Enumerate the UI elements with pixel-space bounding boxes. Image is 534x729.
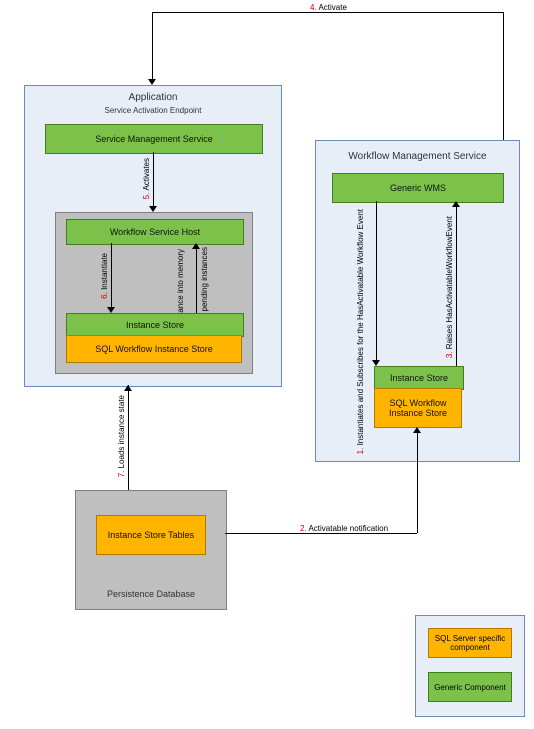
instance-store-tables-label: Instance Store Tables: [108, 530, 194, 540]
application-container: Application Service Activation Endpoint …: [24, 85, 282, 387]
app-instance-store-box: Instance Store: [66, 313, 244, 337]
wms-instance-store-box: Instance Store: [374, 366, 464, 390]
arrow-7-text: Loads instance state: [117, 395, 126, 468]
arrow-6-label: 6. Instantiate: [100, 253, 109, 299]
arrow-4-hline: [152, 12, 504, 13]
arrow-7-label: 7. Loads instance state: [117, 395, 126, 477]
application-title: Application: [25, 92, 281, 103]
arrow-5-line: [153, 152, 154, 206]
wms-sql-workflow-instance-store-box: SQL Workflow Instance Store: [374, 388, 462, 428]
arrow-2-label: 2. Activatable notification: [300, 524, 388, 533]
arrow-4-num: 4.: [310, 3, 317, 12]
wms-container: Workflow Management Service Generic WMS …: [315, 140, 520, 462]
instance-store-tables-box: Instance Store Tables: [96, 515, 206, 555]
arrow-3-line: [456, 207, 457, 366]
diagram-stage: Application Service Activation Endpoint …: [0, 0, 534, 729]
legend-container: SQL Server specific component Generic Co…: [415, 615, 525, 717]
generic-wms-label: Generic WMS: [390, 183, 446, 193]
arrow-2-head: [413, 427, 421, 433]
workflow-service-host-box: Workflow Service Host: [66, 219, 244, 245]
legend-generic-label: Generic Component: [434, 683, 506, 692]
arrow-8-line: [196, 249, 197, 313]
arrow-3-text: Raises HasActivatableWorkflowEvent: [445, 216, 454, 349]
service-management-service-label: Service Management Service: [95, 134, 213, 144]
arrow-5-label: 5. Activates: [142, 158, 151, 199]
arrow-4-text: Activate: [318, 3, 346, 12]
application-subtitle: Service Activation Endpoint: [25, 106, 281, 115]
legend-sql-label: SQL Server specific component: [433, 634, 507, 652]
arrow-2-hline: [225, 533, 417, 534]
arrow-6-text: Instantiate: [100, 253, 109, 290]
arrow-7-line: [128, 385, 129, 490]
arrow-4-vline-right: [503, 12, 504, 140]
app-instance-store-label: Instance Store: [126, 320, 184, 330]
arrow-7-num: 7.: [117, 471, 126, 478]
service-management-service-box: Service Management Service: [45, 124, 263, 154]
persistence-database-title: Persistence Database: [76, 589, 226, 599]
arrow-2-vline: [417, 433, 418, 533]
arrow-3-head: [452, 201, 460, 207]
arrow-6-line: [111, 243, 112, 307]
arrow-3-label: 3. Raises HasActivatableWorkflowEvent: [445, 216, 454, 358]
wms-title: Workflow Management Service: [316, 151, 519, 162]
arrow-4-label: 4. Activate: [310, 3, 347, 12]
arrow-2-num: 2.: [300, 524, 307, 533]
wms-sql-workflow-instance-store-label: SQL Workflow Instance Store: [379, 398, 457, 418]
arrow-6-num: 6.: [100, 292, 109, 299]
arrow-3-num: 3.: [445, 351, 454, 358]
arrow-1-label: 1. Instantiates and Subscribes for the H…: [356, 209, 365, 454]
arrow-1-line: [376, 201, 377, 360]
arrow-2-text: Activatable notification: [308, 524, 388, 533]
arrow-5-text: Activates: [142, 158, 151, 190]
legend-sql-box: SQL Server specific component: [428, 628, 512, 658]
app-sql-workflow-instance-store-label: SQL Workflow Instance Store: [95, 344, 213, 354]
arrow-7-head: [124, 385, 132, 391]
arrow-5-num: 5.: [142, 193, 151, 200]
workflow-service-host-label: Workflow Service Host: [110, 227, 200, 237]
wms-instance-store-label: Instance Store: [390, 373, 448, 383]
service-host-container: Workflow Service Host 6. Instantiate 8. …: [55, 212, 253, 374]
persistence-database-container: Instance Store Tables Persistence Databa…: [75, 490, 227, 610]
legend-generic-box: Generic Component: [428, 672, 512, 702]
arrow-1-num: 1.: [356, 448, 365, 455]
app-sql-workflow-instance-store-box: SQL Workflow Instance Store: [66, 335, 242, 363]
generic-wms-box: Generic WMS: [332, 173, 504, 203]
arrow-1-text: Instantiates and Subscribes for the HasA…: [356, 209, 365, 445]
arrow-4-vline-left: [152, 12, 153, 79]
arrow-4-head: [148, 79, 156, 85]
arrow-8-head: [192, 243, 200, 249]
